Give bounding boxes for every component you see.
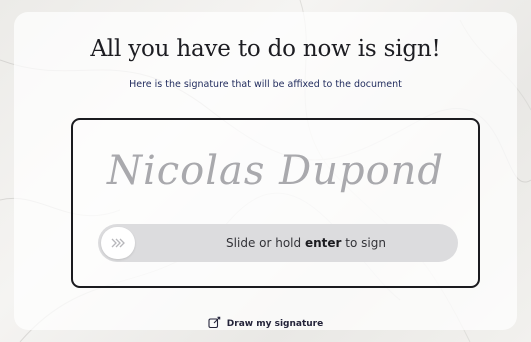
draw-signature-link[interactable]: Draw my signature <box>0 314 531 333</box>
signature-box: Nicolas Dupond Slide or hold enter to si… <box>71 118 480 288</box>
chevrons-right-icon <box>110 234 126 253</box>
page-title: All you have to do now is sign! <box>90 36 441 62</box>
edit-square-icon <box>208 314 221 333</box>
slider-key: enter <box>304 236 342 250</box>
slider-handle[interactable] <box>101 227 135 259</box>
page-subtitle: Here is the signature that will be affix… <box>129 79 402 90</box>
slider-instruction: Slide or hold enter to sign <box>154 224 458 262</box>
slider-text-after: to sign <box>345 236 386 250</box>
slide-to-sign-slider[interactable]: Slide or hold enter to sign <box>98 224 458 262</box>
slider-text-before: Slide or hold <box>226 236 302 250</box>
draw-signature-label: Draw my signature <box>226 318 324 329</box>
signature-preview: Nicolas Dupond <box>106 148 445 194</box>
